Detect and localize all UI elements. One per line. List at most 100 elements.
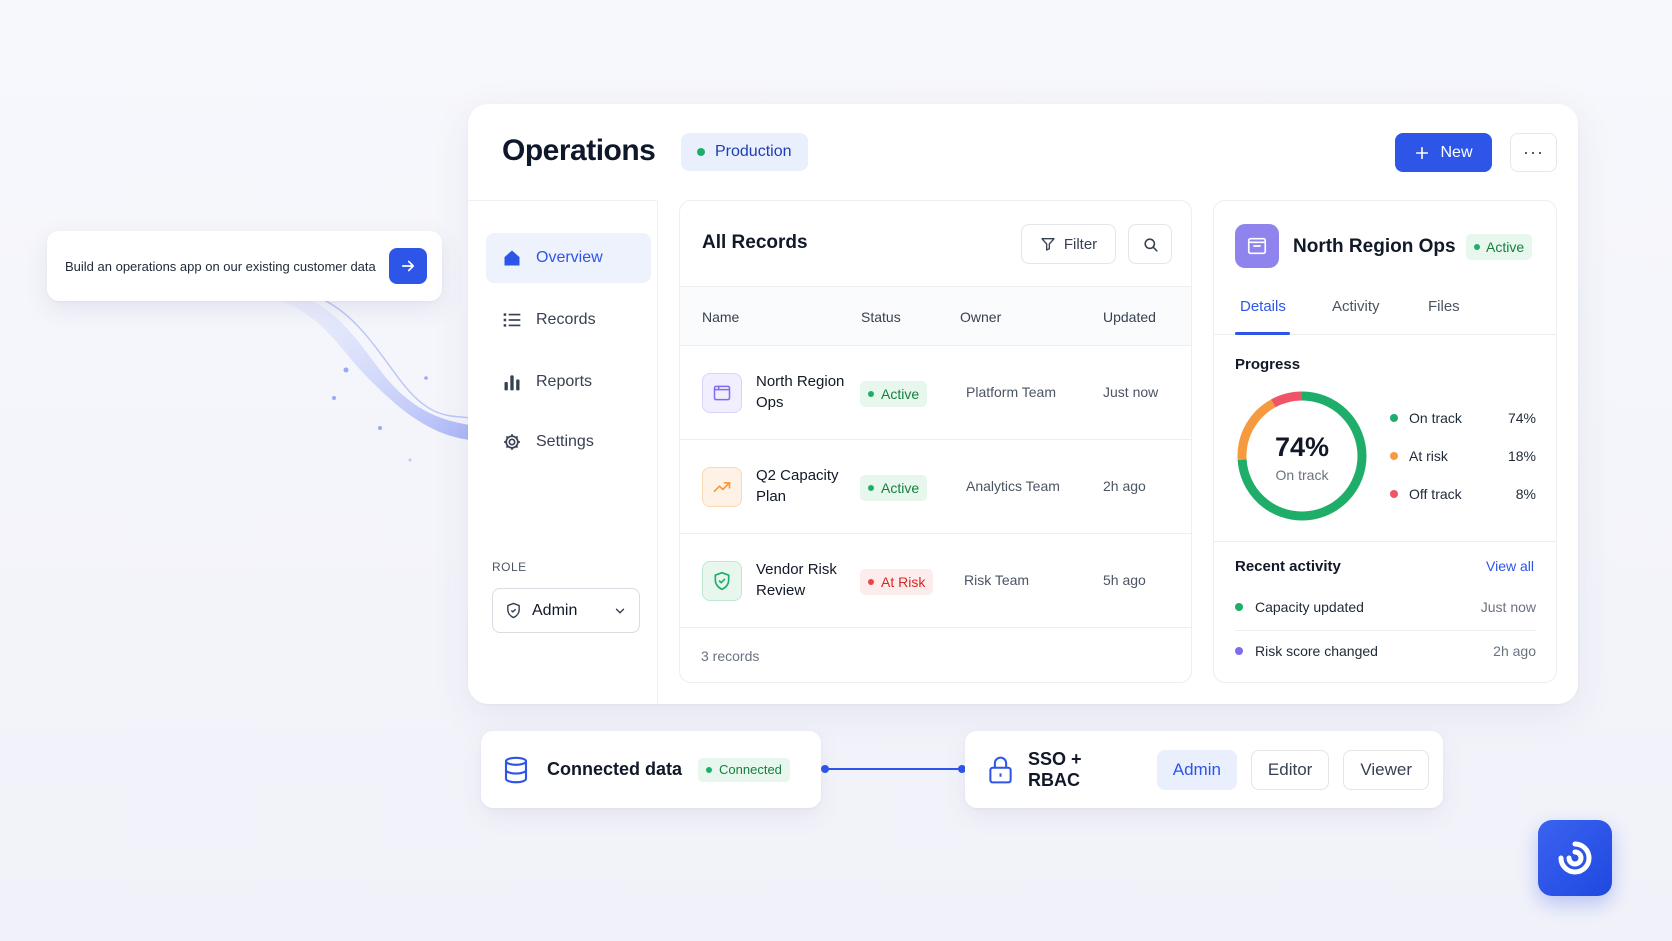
legend-item: At risk 18% (1390, 446, 1536, 466)
search-button[interactable] (1128, 224, 1172, 264)
role-chip-editor[interactable]: Editor (1250, 749, 1330, 790)
table-row[interactable]: North Region Ops Active Platform Team Ju… (680, 346, 1191, 440)
detail-tabs: Details Activity Files (1214, 290, 1556, 335)
divider (1214, 541, 1556, 542)
status-label: Active (881, 386, 920, 402)
activity-time: 2h ago (1493, 643, 1536, 659)
row-owner: Risk Team (964, 572, 1030, 588)
status-label: Active (1486, 239, 1525, 255)
status-badge: Active (860, 475, 928, 501)
connected-data-card[interactable]: Connected data Connected (481, 731, 821, 808)
activity-item[interactable]: Capacity updated Just now (1235, 596, 1536, 618)
table-row[interactable]: Vendor Risk Review At Risk Risk Team 5h … (680, 534, 1191, 628)
connection-dot (821, 765, 829, 773)
list-icon (503, 313, 521, 327)
column-header-owner[interactable]: Owner (960, 309, 1001, 325)
active-tab-indicator (1235, 332, 1290, 335)
page-title: Operations (502, 134, 656, 167)
environment-label: Production (715, 143, 792, 160)
legend-value: 8% (1515, 486, 1536, 502)
table-row[interactable]: Q2 Capacity Plan Active Analytics Team 2… (680, 440, 1191, 534)
search-icon (1143, 237, 1158, 252)
tab-activity[interactable]: Activity (1332, 298, 1380, 315)
status-dot (868, 391, 874, 397)
sso-card: SSO + RBAC Admin Editor Viewer (965, 731, 1443, 808)
new-button[interactable]: New (1395, 133, 1492, 172)
row-updated: 5h ago (1103, 572, 1146, 588)
legend-dot (1390, 414, 1398, 422)
swirl-logo-icon (1558, 841, 1592, 875)
trend-up-icon (702, 467, 742, 507)
row-updated: Just now (1103, 384, 1159, 400)
legend-item: On track 74% (1390, 408, 1536, 428)
row-name: North Region Ops (756, 373, 845, 411)
brand-logo (1538, 820, 1612, 896)
arrow-right-icon (401, 260, 415, 272)
sidebar-item-reports[interactable]: Reports (486, 357, 651, 407)
connected-data-title: Connected data (547, 759, 683, 779)
records-title: All Records (702, 232, 808, 253)
row-name: Vendor Risk Review (756, 561, 837, 599)
environment-badge[interactable]: Production (681, 133, 808, 171)
status-badge: Connected (698, 757, 790, 782)
legend-dot (1390, 490, 1398, 498)
table-header: Name Status Owner Updated (680, 286, 1191, 346)
status-badge: Active (1466, 234, 1533, 260)
status-badge: Active (860, 381, 928, 407)
status-dot (868, 485, 874, 491)
sidebar-item-overview[interactable]: Overview (486, 233, 651, 283)
activity-item[interactable]: Risk score changed 2h ago (1235, 640, 1536, 662)
decorative-wave (270, 290, 470, 462)
view-all-link[interactable]: View all (1486, 558, 1534, 574)
sidebar-item-records[interactable]: Records (486, 295, 651, 345)
status-dot (868, 579, 874, 585)
detail-title: North Region Ops (1293, 236, 1456, 257)
progress-subtitle: On track (1275, 467, 1329, 483)
prompt-card[interactable]: Build an operations app on our existing … (47, 231, 442, 301)
filter-label: Filter (1063, 235, 1098, 253)
sidebar-item-settings[interactable]: Settings (486, 417, 651, 467)
tab-files[interactable]: Files (1428, 298, 1460, 315)
detail-icon (1235, 224, 1279, 268)
activity-text: Capacity updated (1255, 599, 1364, 615)
bar-chart-icon (504, 375, 520, 391)
tab-details[interactable]: Details (1240, 298, 1286, 315)
chevron-down-icon (615, 608, 625, 614)
filter-icon (1041, 238, 1055, 251)
legend-label: At risk (1409, 448, 1448, 464)
new-button-label: New (1440, 143, 1473, 161)
role-select-value: Admin (532, 601, 578, 619)
status-label: At Risk (881, 574, 926, 590)
legend-label: On track (1409, 410, 1462, 426)
column-header-name[interactable]: Name (702, 309, 739, 325)
status-dot (706, 766, 713, 773)
role-label: ROLE (492, 560, 527, 574)
sidebar-item-label: Records (536, 311, 596, 328)
activity-dot (1235, 603, 1243, 611)
progress-percent: 74% (1274, 432, 1330, 462)
activity-text: Risk score changed (1255, 643, 1378, 659)
row-name: Q2 Capacity Plan (756, 467, 839, 505)
role-select[interactable]: Admin (492, 588, 640, 633)
filter-button[interactable]: Filter (1021, 224, 1116, 264)
row-owner: Platform Team (966, 384, 1056, 400)
role-chip-admin[interactable]: Admin (1156, 749, 1237, 790)
column-header-status[interactable]: Status (861, 309, 901, 325)
recent-activity-label: Recent activity (1235, 558, 1341, 575)
sidebar-item-label: Settings (536, 433, 594, 450)
row-owner: Analytics Team (966, 478, 1060, 494)
records-count: 3 records (701, 648, 760, 664)
more-options-button[interactable]: ··· (1510, 133, 1557, 172)
prompt-submit-button[interactable] (389, 248, 427, 284)
divider (1235, 630, 1536, 631)
legend-value: 18% (1507, 448, 1536, 464)
legend-item: Off track 8% (1390, 484, 1536, 504)
status-badge: At Risk (860, 569, 934, 595)
folder-icon (1247, 237, 1267, 255)
status-dot (1474, 244, 1480, 250)
column-header-updated[interactable]: Updated (1103, 309, 1156, 325)
prompt-text: Build an operations app on our existing … (65, 258, 376, 274)
status-label: Active (881, 480, 920, 496)
role-chip-viewer[interactable]: Viewer (1343, 749, 1429, 790)
lock-icon (989, 756, 1012, 783)
